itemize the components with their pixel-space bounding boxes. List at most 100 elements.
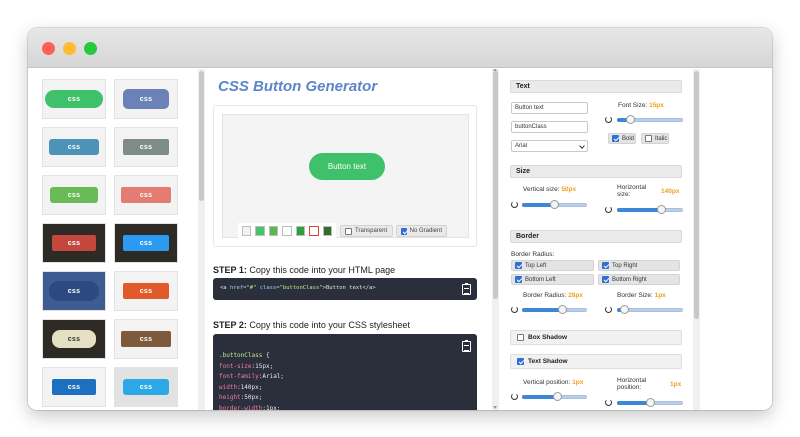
reset-horizontal-position-icon[interactable] [605, 399, 612, 406]
vertical-size-label-text: Vertical size: [523, 186, 560, 193]
button-text-input[interactable]: Button text [511, 102, 588, 114]
horizontal-position-value: 1px [670, 381, 682, 388]
italic-toggle[interactable]: Italic [641, 133, 669, 144]
text-shadow-checkbox[interactable] [517, 358, 524, 365]
gallery-scrollbar[interactable] [198, 69, 205, 410]
bottom-left-checkbox[interactable] [515, 276, 522, 283]
preset-thumbnail[interactable]: css [42, 319, 106, 359]
horizontal-size-slider[interactable] [617, 204, 683, 216]
css-code-lines: .buttonClass { font-size:15px; font-fami… [219, 351, 284, 410]
reset-font-size-icon[interactable] [605, 116, 612, 123]
reset-vertical-size-icon[interactable] [511, 201, 518, 208]
vertical-position-slider[interactable] [522, 391, 587, 403]
browser-window: css css css css css css css css css css css css css c… [28, 28, 772, 410]
size-section-header[interactable]: Size [510, 165, 682, 178]
text-shadow-toggle[interactable]: Text Shadow [510, 354, 682, 369]
minimize-window-button[interactable] [63, 42, 76, 55]
preset-button-sample: css [123, 89, 169, 109]
box-shadow-checkbox[interactable] [517, 334, 524, 341]
gallery-scroll-thumb[interactable] [199, 71, 204, 201]
preset-button-sample: css [49, 139, 99, 155]
generator-scroll-thumb[interactable] [493, 71, 498, 299]
bottom-right-checkbox[interactable] [602, 276, 609, 283]
reset-horizontal-size-icon[interactable] [605, 206, 612, 213]
settings-scrollbar[interactable] [693, 69, 700, 410]
no-gradient-toggle[interactable]: No Gradient [396, 225, 447, 237]
top-left-checkbox[interactable] [515, 262, 522, 269]
preset-thumbnail[interactable]: css [42, 367, 106, 407]
preset-thumbnail[interactable]: css [114, 319, 178, 359]
copy-css-icon[interactable] [462, 340, 471, 352]
preset-thumbnail[interactable]: css [114, 79, 178, 119]
bold-checkbox[interactable] [612, 135, 619, 142]
scroll-down-icon[interactable] [493, 406, 497, 409]
background-swatch[interactable] [309, 226, 319, 236]
text-section-header[interactable]: Text [510, 80, 682, 93]
transparent-toggle[interactable]: Transparent [340, 225, 393, 237]
background-swatch[interactable] [268, 226, 279, 236]
reset-border-size-icon[interactable] [605, 306, 612, 313]
css-code-line: font-family:Arial; [219, 372, 284, 383]
html-code-block[interactable]: <a href="#" class="buttonClass">Button t… [213, 278, 477, 300]
preset-thumbnail[interactable]: css [42, 175, 106, 215]
preset-thumbnail[interactable]: css [42, 223, 106, 263]
code-inner: >Button text</a> [322, 285, 376, 291]
css-code-line: height:50px; [219, 393, 284, 404]
scroll-up-icon[interactable] [493, 69, 497, 71]
bottom-left-toggle[interactable]: Bottom Left [511, 274, 594, 285]
preset-thumbnail[interactable]: css [114, 271, 178, 311]
border-radius-label: Border Radius: 28px [523, 292, 583, 299]
bold-toggle[interactable]: Bold [608, 133, 636, 144]
background-swatch[interactable] [295, 226, 306, 236]
class-name-input[interactable]: buttonClass [511, 121, 588, 133]
preset-thumbnail[interactable]: css [42, 79, 106, 119]
maximize-window-button[interactable] [84, 42, 97, 55]
copy-html-icon[interactable] [462, 283, 471, 295]
generator-scrollbar[interactable] [492, 69, 499, 410]
font-family-value: Arial [515, 143, 528, 149]
preset-button-sample: css [121, 187, 171, 203]
css-code-line: width:140px; [219, 383, 284, 394]
top-right-checkbox[interactable] [602, 262, 609, 269]
bottom-right-toggle[interactable]: Bottom Right [598, 274, 680, 285]
border-radius-slider[interactable] [522, 304, 587, 316]
preset-thumbnail[interactable]: css [42, 127, 106, 167]
font-family-select[interactable]: Arial [511, 140, 588, 152]
bold-label: Bold [622, 135, 635, 142]
settings-scroll-thumb[interactable] [694, 71, 699, 319]
horizontal-position-slider[interactable] [617, 397, 683, 409]
preset-thumbnail[interactable]: css [114, 223, 178, 263]
reset-border-radius-icon[interactable] [511, 306, 518, 313]
vertical-size-value: 50px [561, 186, 577, 193]
font-size-slider[interactable] [617, 114, 683, 126]
border-section-header[interactable]: Border [510, 230, 682, 243]
top-left-toggle[interactable]: Top Left [511, 260, 594, 271]
background-swatch[interactable] [282, 226, 292, 236]
preset-thumbnail[interactable]: css [114, 175, 178, 215]
reset-vertical-position-icon[interactable] [511, 393, 518, 400]
css-value: :50px; [240, 394, 263, 401]
close-window-button[interactable] [42, 42, 55, 55]
border-radius-label-text: Border Radius: [523, 292, 567, 299]
css-property: height [219, 394, 241, 401]
background-swatch[interactable] [322, 226, 332, 236]
preset-thumbnail[interactable]: css [42, 271, 106, 311]
css-property: font-family [219, 373, 259, 380]
no-gradient-checkbox[interactable] [401, 227, 407, 235]
vertical-position-label: Vertical position: 1px [523, 379, 583, 386]
preset-thumbnail[interactable]: css [114, 127, 178, 167]
css-code-block[interactable]: .buttonClass { font-size:15px; font-fami… [213, 334, 477, 410]
background-swatch[interactable] [255, 226, 265, 236]
css-code-line: border-width:1px; [219, 404, 284, 411]
italic-checkbox[interactable] [645, 135, 652, 142]
preset-button-sample: css [52, 235, 96, 251]
preset-button-sample: css [123, 379, 169, 395]
transparent-checkbox[interactable] [345, 227, 352, 235]
vertical-size-slider[interactable] [522, 199, 587, 211]
preview-button[interactable]: Button text [309, 153, 385, 180]
border-size-slider[interactable] [617, 304, 683, 316]
preset-thumbnail[interactable]: css [114, 367, 178, 407]
box-shadow-toggle[interactable]: Box Shadow [510, 330, 682, 345]
background-swatch[interactable] [242, 226, 252, 236]
top-right-toggle[interactable]: Top Right [598, 260, 680, 271]
